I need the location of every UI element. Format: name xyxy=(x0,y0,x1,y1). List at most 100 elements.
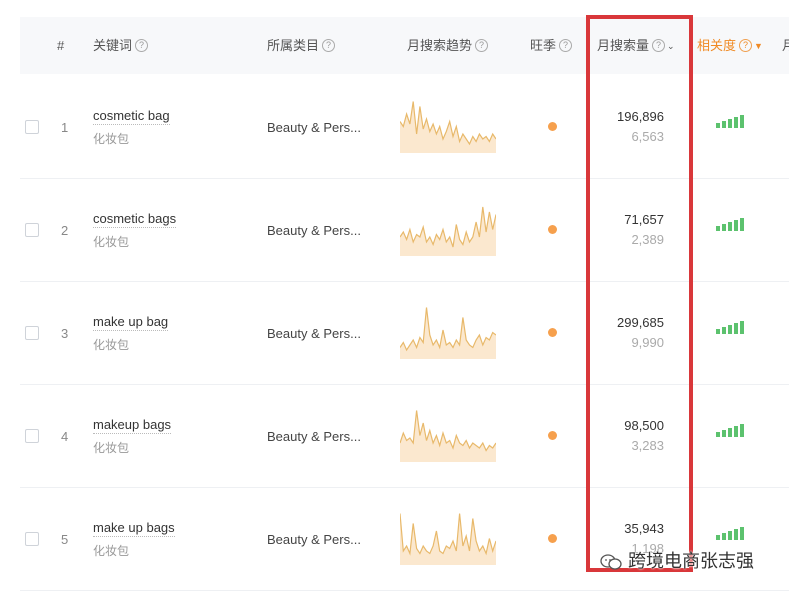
help-icon[interactable]: ? xyxy=(322,39,336,53)
keyword-translation: 化妆包 xyxy=(93,235,130,249)
table-row[interactable]: 4 makeup bags 化妆包 Beauty & Pers... 98,500 3,2… xyxy=(20,384,789,488)
relevance-bar xyxy=(716,432,720,437)
table-row[interactable]: 1 cosmetic bag 化妆包 Beauty & Pers... 196,896 6… xyxy=(20,75,789,179)
row-index: 2 xyxy=(61,223,69,238)
relevance-bars xyxy=(716,527,744,540)
relevance-bar xyxy=(716,535,720,540)
monthly-volume: 98,500 xyxy=(624,418,664,433)
season-dot xyxy=(548,534,557,543)
keyword-link[interactable]: cosmetic bags xyxy=(93,211,177,228)
header-relevance[interactable]: 相关度? ▼ xyxy=(697,17,763,74)
row-checkbox[interactable] xyxy=(25,429,39,443)
relevance-bar xyxy=(728,531,732,540)
help-icon[interactable]: ? xyxy=(559,39,573,53)
header-next-column: 月 xyxy=(782,38,789,53)
keyword-link[interactable]: make up bag xyxy=(93,314,169,331)
relevance-bars xyxy=(716,424,744,437)
relevance-bar xyxy=(722,533,726,540)
relevance-bar xyxy=(722,121,726,128)
monthly-volume-sub: 6,563 xyxy=(631,129,664,144)
relevance-bar xyxy=(722,327,726,334)
season-dot xyxy=(548,431,557,440)
header-keyword[interactable]: 关键词? xyxy=(93,17,149,74)
row-index: 4 xyxy=(61,429,69,444)
monthly-volume-sub: 3,283 xyxy=(631,438,664,453)
trend-sparkline xyxy=(400,410,496,462)
category-label: Beauty & Pers... xyxy=(267,532,361,547)
monthly-volume: 71,657 xyxy=(624,212,664,227)
relevance-bar xyxy=(740,424,744,437)
header-keyword-label: 关键词 xyxy=(93,38,133,53)
header-volume[interactable]: 月搜索量? ⌄ xyxy=(597,17,675,74)
keyword-link[interactable]: makeup bags xyxy=(93,417,172,434)
category-label: Beauty & Pers... xyxy=(267,120,361,135)
row-checkbox[interactable] xyxy=(25,326,39,340)
relevance-bar xyxy=(740,115,744,128)
row-checkbox[interactable] xyxy=(25,223,39,237)
relevance-bar xyxy=(740,321,744,334)
relevance-bar xyxy=(716,123,720,128)
row-checkbox[interactable] xyxy=(25,120,39,134)
header-season-label: 旺季 xyxy=(530,38,557,53)
category-label: Beauty & Pers... xyxy=(267,223,361,238)
relevance-bar xyxy=(734,426,738,437)
help-icon[interactable]: ? xyxy=(135,39,149,53)
sort-caret-icon[interactable]: ▼ xyxy=(754,41,763,51)
category-label: Beauty & Pers... xyxy=(267,429,361,444)
wechat-icon xyxy=(600,554,622,570)
monthly-volume: 196,896 xyxy=(617,109,664,124)
help-icon[interactable]: ? xyxy=(739,39,753,53)
monthly-volume-sub: 9,990 xyxy=(631,335,664,350)
monthly-volume: 299,685 xyxy=(617,315,664,330)
relevance-bar xyxy=(734,220,738,231)
row-checkbox[interactable] xyxy=(25,532,39,546)
header-relevance-label: 相关度 xyxy=(697,38,737,53)
header-category-label: 所属类目 xyxy=(267,38,320,53)
row-index: 5 xyxy=(61,532,69,547)
sparkline-area xyxy=(400,307,496,359)
relevance-bar xyxy=(722,430,726,437)
sparkline-area xyxy=(400,513,496,565)
keyword-translation: 化妆包 xyxy=(93,132,130,146)
relevance-bar xyxy=(740,527,744,540)
trend-sparkline xyxy=(400,206,496,256)
season-dot xyxy=(548,122,557,131)
season-dot xyxy=(548,328,557,337)
relevance-bar xyxy=(716,226,720,231)
relevance-bar xyxy=(728,325,732,334)
watermark-text: 跨境电商张志强 xyxy=(628,551,754,572)
trend-sparkline xyxy=(400,307,496,359)
relevance-bars xyxy=(716,218,744,231)
help-icon[interactable]: ? xyxy=(652,39,666,53)
table-row[interactable]: 2 cosmetic bags 化妆包 Beauty & Pers... 71,657 2… xyxy=(20,178,789,282)
relevance-bar xyxy=(728,428,732,437)
table-row[interactable]: 5 make up bags 化妆包 Beauty & Pers... 35,943 1,… xyxy=(20,487,789,591)
keyword-translation: 化妆包 xyxy=(93,441,130,455)
relevance-bars xyxy=(716,321,744,334)
monthly-volume-sub: 2,389 xyxy=(631,232,664,247)
chevron-down-icon[interactable]: ⌄ xyxy=(667,41,675,51)
keyword-translation: 化妆包 xyxy=(93,338,130,352)
watermark: 跨境电商张志强 xyxy=(600,547,754,573)
keyword-link[interactable]: make up bags xyxy=(93,520,175,537)
relevance-bar xyxy=(722,224,726,231)
relevance-bar xyxy=(734,529,738,540)
trend-sparkline xyxy=(400,101,496,153)
keyword-link[interactable]: cosmetic bag xyxy=(93,108,170,125)
trend-sparkline xyxy=(400,513,496,565)
relevance-bar xyxy=(716,329,720,334)
header-category[interactable]: 所属类目? xyxy=(267,17,336,74)
help-icon[interactable]: ? xyxy=(475,39,489,53)
relevance-bar xyxy=(740,218,744,231)
header-volume-label: 月搜索量 xyxy=(597,38,650,53)
category-label: Beauty & Pers... xyxy=(267,326,361,341)
header-trend[interactable]: 月搜索趋势? xyxy=(407,17,489,74)
relevance-bar xyxy=(728,119,732,128)
row-index: 3 xyxy=(61,326,69,341)
table-row[interactable]: 3 make up bag 化妆包 Beauty & Pers... 299,685 9,… xyxy=(20,281,789,385)
relevance-bar xyxy=(734,117,738,128)
keyword-translation: 化妆包 xyxy=(93,544,130,558)
row-index: 1 xyxy=(61,120,69,135)
header-season[interactable]: 旺季? xyxy=(530,17,573,74)
monthly-volume: 35,943 xyxy=(624,521,664,536)
